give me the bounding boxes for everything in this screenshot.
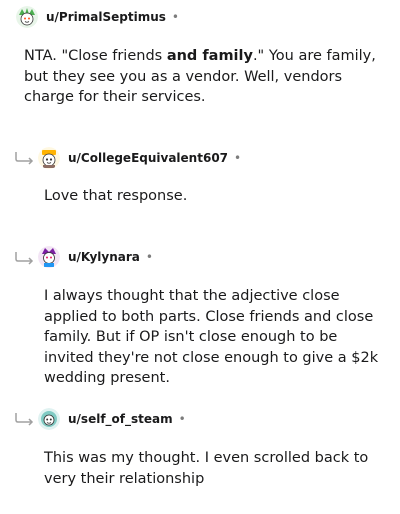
comment-body-bold: and family bbox=[166, 48, 253, 64]
user-avatar-icon[interactable] bbox=[38, 147, 60, 169]
reply-arrow-icon bbox=[15, 413, 34, 426]
username-link[interactable]: u/self_of_steam bbox=[68, 412, 173, 426]
reply-arrow-icon bbox=[15, 252, 34, 265]
comment-header: u/Kylynara • bbox=[38, 245, 153, 269]
username-link[interactable]: u/Kylynara bbox=[68, 250, 140, 264]
comment-body: This was my thought. I even scrolled bac… bbox=[44, 450, 369, 487]
meta-separator: • bbox=[178, 412, 186, 426]
meta-separator: • bbox=[145, 250, 153, 264]
username-link[interactable]: u/CollegeEquivalent607 bbox=[68, 151, 228, 165]
comment-header: u/PrimalSeptimus • bbox=[16, 5, 179, 29]
username-link[interactable]: u/PrimalSeptimus bbox=[46, 10, 166, 24]
user-avatar-icon[interactable] bbox=[16, 6, 38, 28]
comment-header: u/self_of_steam • bbox=[38, 407, 186, 431]
meta-separator: • bbox=[234, 151, 242, 165]
user-avatar-icon[interactable] bbox=[38, 408, 60, 430]
comment-body-part: NTA. "Close friends bbox=[24, 48, 167, 64]
meta-separator: • bbox=[171, 10, 179, 24]
user-avatar-icon[interactable] bbox=[38, 246, 60, 268]
comment-body: Love that response. bbox=[44, 188, 188, 204]
comment-header: u/CollegeEquivalent607 • bbox=[38, 146, 241, 170]
comment-body: I always thought that the adjective clos… bbox=[44, 288, 379, 386]
comment-body: NTA. "Close friends and family." You are… bbox=[24, 46, 380, 108]
reply-arrow-icon bbox=[15, 152, 34, 165]
